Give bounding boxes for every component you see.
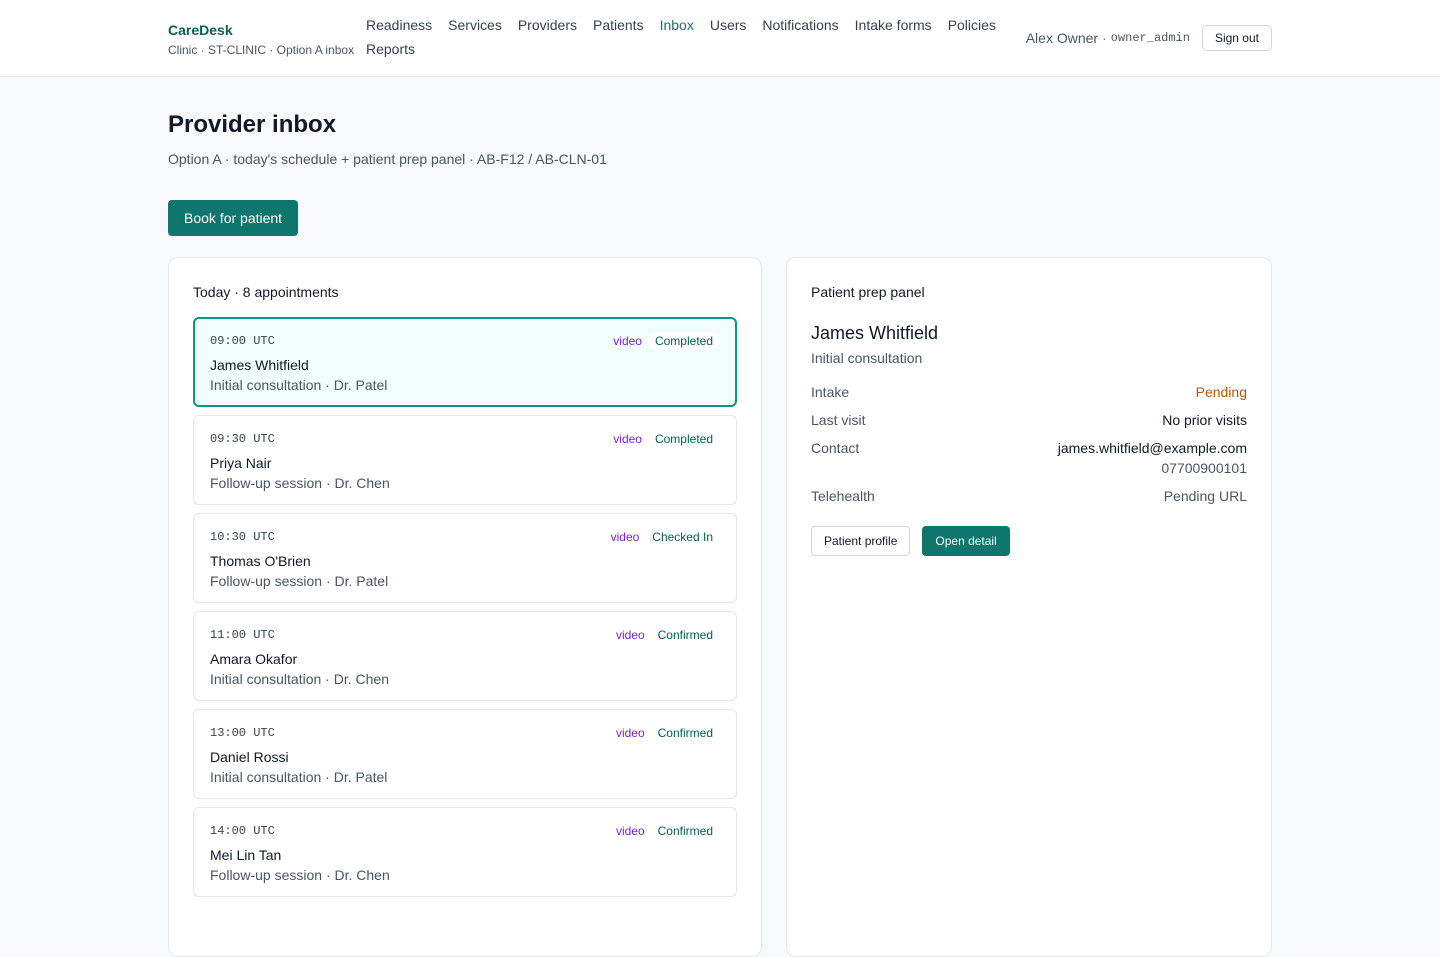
nav-item-users[interactable]: Users — [710, 17, 747, 34]
brand-subtitle: Clinic · ST-CLINIC · Option A inbox — [168, 43, 355, 57]
page-subtitle: Option A · today's schedule + patient pr… — [168, 151, 607, 167]
prep-appointment-type: Initial consultation — [811, 350, 923, 366]
appointment-patient: James Whitfield — [210, 357, 309, 373]
status-badge: Confirmed — [657, 824, 713, 838]
nav-item-reports[interactable]: Reports — [366, 41, 415, 58]
last-visit-label: Last visit — [811, 412, 866, 428]
contact-phone: 07700900101 — [1161, 460, 1247, 476]
appointment-card[interactable]: 13:00 UTC video Confirmed Daniel Rossi I… — [193, 709, 737, 799]
appointment-card[interactable]: 10:30 UTC video Checked In Thomas O'Brie… — [193, 513, 737, 603]
mode-badge: video — [613, 334, 642, 348]
user-area: Alex Owner · owner_admin Sign out — [1026, 25, 1272, 51]
nav-item-patients[interactable]: Patients — [593, 17, 644, 34]
appointment-card[interactable]: 09:00 UTC video Completed James Whitfiel… — [193, 317, 737, 407]
contact-row: Contact james.whitfield@example.com 0770… — [811, 440, 1247, 476]
top-bar: CareDesk Clinic · ST-CLINIC · Option A i… — [0, 0, 1440, 77]
status-badge: Confirmed — [657, 726, 713, 740]
main-nav: Readiness Services Providers Patients In… — [366, 17, 1016, 58]
last-visit-value: No prior visits — [1162, 412, 1247, 428]
appointment-tags: video Checked In — [611, 528, 720, 546]
appointment-tags: video Completed — [613, 430, 720, 448]
brand: CareDesk Clinic · ST-CLINIC · Option A i… — [168, 22, 354, 57]
status-badge: Confirmed — [657, 628, 713, 642]
nav-item-readiness[interactable]: Readiness — [366, 17, 432, 34]
nav-item-inbox[interactable]: Inbox — [660, 17, 694, 34]
mode-badge: video — [615, 726, 645, 740]
appointment-tags: video Confirmed — [616, 626, 720, 644]
intake-status: Pending — [1195, 384, 1247, 400]
appointment-detail: Follow-up session · Dr. Chen — [210, 867, 390, 883]
page-title: Provider inbox — [168, 111, 337, 138]
status-badge: Completed — [647, 332, 720, 350]
last-visit-row: Last visit No prior visits — [811, 412, 1247, 428]
nav-item-intake-forms[interactable]: Intake forms — [855, 17, 932, 34]
telehealth-value: Pending URL — [1163, 488, 1247, 504]
mode-badge: video — [610, 530, 640, 544]
prep-details: Intake Pending Last visit No prior visit… — [811, 384, 1247, 504]
contact-email: james.whitfield@example.com — [1057, 440, 1247, 456]
appointment-patient: Mei Lin Tan — [210, 847, 282, 863]
patient-prep-panel: Patient prep panel James Whitfield Initi… — [786, 257, 1272, 957]
mode-badge: video — [615, 628, 645, 642]
nav-item-providers[interactable]: Providers — [518, 17, 577, 34]
appointment-tags: video Confirmed — [616, 724, 720, 742]
contact-value: james.whitfield@example.com 07700900101 — [1058, 440, 1247, 476]
appointment-detail: Initial consultation · Dr. Chen — [210, 671, 389, 687]
appointment-card[interactable]: 11:00 UTC video Confirmed Amara Okafor I… — [193, 611, 737, 701]
nav-item-notifications[interactable]: Notifications — [762, 17, 838, 34]
appointment-detail: Follow-up session · Dr. Chen — [210, 475, 390, 491]
appointment-count: · 8 appointments — [234, 284, 339, 300]
mode-badge: video — [615, 824, 645, 838]
intake-row: Intake Pending — [811, 384, 1247, 400]
patient-profile-button[interactable]: Patient profile — [811, 526, 911, 556]
brand-name[interactable]: CareDesk — [168, 22, 354, 38]
schedule-heading-label: Today — [193, 284, 231, 300]
nav-item-policies[interactable]: Policies — [948, 17, 996, 34]
prep-patient-name: James Whitfield — [811, 323, 939, 343]
appointment-card[interactable]: 09:30 UTC video Completed Priya Nair Fol… — [193, 415, 737, 505]
main-content: Provider inbox Option A · today's schedu… — [168, 110, 1272, 957]
appointment-card[interactable]: 14:00 UTC video Confirmed Mei Lin Tan Fo… — [193, 807, 737, 897]
user-name: Alex Owner — [1025, 30, 1099, 46]
appointment-list: 09:00 UTC video Completed James Whitfiel… — [193, 317, 737, 897]
appointment-tags: video Confirmed — [616, 822, 720, 840]
contact-label: Contact — [811, 440, 860, 456]
status-badge: Completed — [654, 432, 713, 446]
status-badge: Checked In — [652, 530, 713, 544]
appointment-detail: Initial consultation · Dr. Patel — [210, 377, 388, 393]
appointment-tags: video Completed — [613, 332, 720, 350]
appointment-patient: Priya Nair — [210, 455, 272, 471]
appointment-detail: Initial consultation · Dr. Patel — [210, 769, 388, 785]
appointment-patient: Amara Okafor — [210, 651, 298, 667]
intake-label: Intake — [811, 384, 850, 400]
schedule-panel: Today · 8 appointments 09:00 UTC video C… — [168, 257, 762, 957]
prep-heading: Patient prep panel — [811, 284, 925, 300]
schedule-heading: Today · 8 appointments — [193, 284, 737, 300]
appointment-patient: Thomas O'Brien — [210, 553, 311, 569]
nav-item-services[interactable]: Services — [448, 17, 502, 34]
book-for-patient-button[interactable]: Book for patient — [168, 200, 299, 236]
appointment-detail: Follow-up session · Dr. Patel — [210, 573, 389, 589]
sign-out-button[interactable]: Sign out — [1201, 25, 1272, 51]
prep-actions: Patient profile Open detail — [811, 526, 1247, 556]
telehealth-row: Telehealth Pending URL — [811, 488, 1247, 504]
appointment-patient: Daniel Rossi — [210, 749, 289, 765]
user-separator: · — [1102, 30, 1107, 46]
open-detail-button[interactable]: Open detail — [922, 526, 1010, 556]
user-role: owner_admin — [1110, 31, 1190, 45]
mode-badge: video — [613, 432, 642, 446]
telehealth-label: Telehealth — [811, 488, 875, 504]
